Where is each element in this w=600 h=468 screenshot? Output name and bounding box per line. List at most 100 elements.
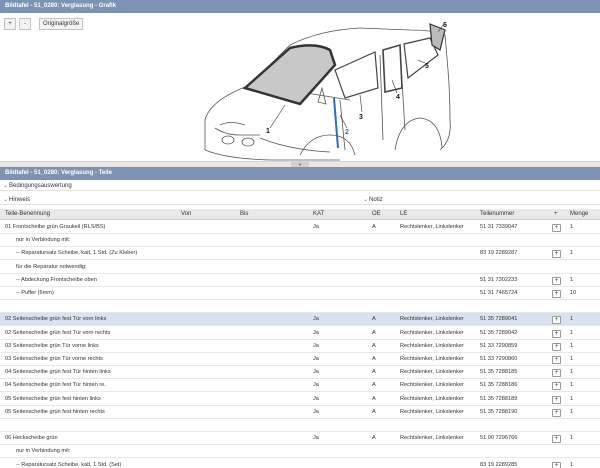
- col-from-header[interactable]: Von: [181, 209, 191, 220]
- col-quantity-header[interactable]: Menge: [570, 209, 588, 220]
- zoom-in-button[interactable]: +: [4, 18, 16, 30]
- part-name: 06 Heckscheibe grün: [5, 435, 58, 442]
- le-value: Rechtslenker, Linkslenker: [400, 435, 464, 442]
- table-subrow[interactable]: -- Abdeckung Frontscheibe oben 51 31 7302…: [0, 274, 600, 287]
- add-to-cart-icon[interactable]: +: [552, 290, 561, 298]
- part-number: 51 31 7302233: [480, 276, 518, 283]
- hint-section-label: Hinweis: [9, 197, 31, 203]
- oe-value: A: [372, 316, 376, 323]
- callout-5[interactable]: 5: [425, 63, 429, 70]
- part-name: nur in Verbindung mit:: [16, 448, 71, 455]
- part-name: für die Reparatur notwendig:: [16, 263, 87, 270]
- add-to-cart-icon[interactable]: +: [552, 356, 561, 364]
- add-to-cart-icon[interactable]: +: [552, 250, 561, 259]
- part-name: 02 Seitenscheibe grün fest Tür vorn rech…: [5, 329, 111, 336]
- le-value: Rechtslenker, Linkslenker: [400, 316, 464, 323]
- quantity-value: 1: [570, 408, 574, 415]
- kat-value: Ja: [313, 224, 319, 230]
- oe-value: A: [372, 224, 376, 230]
- part-number: 51 00 7296766: [480, 435, 518, 442]
- parts-table-header: Teile-Benennung Von Bis KAT OE LE Teilen…: [0, 209, 600, 220]
- table-row[interactable]: 06 Heckscheibe grün Ja A Rechtslenker, Link…: [0, 432, 600, 446]
- callout-1[interactable]: 1: [266, 128, 270, 135]
- col-le-header[interactable]: LE: [400, 209, 407, 220]
- part-name: 05 Seitenscheibe grün fest hinten links: [5, 395, 101, 402]
- add-to-cart-icon[interactable]: +: [552, 382, 561, 391]
- part-number: 51 31 7465724: [480, 290, 518, 296]
- add-to-cart-icon[interactable]: +: [552, 395, 561, 404]
- table-row[interactable]: 03 Seitenscheibe grün Tür vorne links Ja A…: [0, 340, 600, 353]
- zoom-out-button[interactable]: -: [19, 18, 31, 30]
- table-row[interactable]: 02 Seitenscheibe grün fest Tür vorn link…: [0, 313, 600, 327]
- quantity-value: 1: [570, 435, 574, 442]
- col-oe-header[interactable]: OE: [372, 209, 381, 220]
- conditions-section-toggle[interactable]: ⌄Bedingungsauswertung: [0, 181, 600, 191]
- quantity-value: 1: [570, 250, 574, 257]
- add-to-cart-icon[interactable]: +: [552, 435, 561, 444]
- part-number: 51 33 7290859: [480, 342, 518, 349]
- table-subrow[interactable]: -- Reparatursatz Scheibe, kalt, 1 Std. (…: [0, 247, 600, 261]
- table-row[interactable]: 01 Frontscheibe grün Graukeil (RLS/BS) Ja…: [0, 221, 600, 234]
- part-name: 01 Frontscheibe grün Graukeil (RLS/BS): [5, 224, 106, 230]
- car-glazing-illustration: 1 2 3 4 5 6: [0, 13, 600, 161]
- parts-panel-title: Bildtafel - 51_0280: Verglasung - Teile: [0, 167, 600, 180]
- part-name: -- Reparatursatz Scheibe, kalt, 1 Std. (…: [16, 461, 122, 468]
- part-number: 51 33 7290860: [480, 356, 518, 362]
- part-number: 51 31 7339047: [480, 224, 518, 230]
- add-to-cart-icon[interactable]: +: [552, 408, 561, 417]
- table-row[interactable]: 05 Seitenscheibe grün fest hinten rechts…: [0, 406, 600, 419]
- part-number: 51 35 7289041: [480, 316, 518, 323]
- oe-value: A: [372, 408, 376, 415]
- callout-6[interactable]: 6: [443, 22, 447, 29]
- le-value: Rechtslenker, Linkslenker: [400, 369, 464, 376]
- spacer-row: [0, 300, 600, 314]
- quantity-value: 1: [570, 316, 574, 323]
- add-to-cart-icon[interactable]: +: [552, 342, 561, 351]
- add-to-cart-icon[interactable]: +: [552, 461, 561, 468]
- add-to-cart-icon[interactable]: +: [552, 224, 561, 232]
- note-section-toggle[interactable]: ⌄Notiz: [363, 195, 383, 205]
- col-to-header[interactable]: Bis: [240, 209, 248, 220]
- part-name: 05 Seitenscheibe grün fest hinten rechts: [5, 408, 105, 415]
- quantity-value: 1: [570, 224, 574, 230]
- table-subrow[interactable]: -- Reparatursatz Scheibe, kalt, 1 Std. (…: [0, 459, 600, 468]
- add-to-cart-icon[interactable]: +: [552, 316, 561, 325]
- original-size-button[interactable]: Originalgröße: [39, 18, 84, 30]
- table-row[interactable]: 05 Seitenscheibe grün fest hinten links J…: [0, 393, 600, 406]
- part-name: -- Puffer (6mm): [16, 290, 54, 296]
- table-subrow[interactable]: -- Puffer (6mm) 51 31 7465724 +10: [0, 287, 600, 300]
- table-subrow[interactable]: nur in Verbindung mit:: [0, 234, 600, 248]
- kat-value: Ja: [313, 435, 319, 442]
- col-part-number-header[interactable]: Teilenummer: [480, 209, 514, 220]
- oe-value: A: [372, 342, 376, 349]
- callout-2[interactable]: 2: [345, 129, 349, 136]
- add-to-cart-icon[interactable]: +: [552, 276, 561, 285]
- oe-value: A: [372, 356, 376, 362]
- table-row[interactable]: 02 Seitenscheibe grün fest Tür vorn rech…: [0, 327, 600, 340]
- kat-value: Ja: [313, 382, 319, 389]
- table-subrow[interactable]: für die Reparatur notwendig:: [0, 261, 600, 274]
- callout-4[interactable]: 4: [396, 94, 400, 101]
- quantity-value: 1: [570, 356, 574, 362]
- table-row[interactable]: 04 Seitenscheibe grün fest Tür hinten re…: [0, 379, 600, 393]
- table-subrow[interactable]: nur in Verbindung mit:: [0, 445, 600, 459]
- part-name: 03 Seitenscheibe grün Tür vorne rechts: [5, 356, 103, 362]
- le-value: Rechtslenker, Linkslenker: [400, 356, 464, 362]
- part-number: 51 35 7289042: [480, 329, 518, 336]
- table-row[interactable]: 04 Seitenscheibe grün fest Tür hinten li…: [0, 366, 600, 380]
- le-value: Rechtslenker, Linkslenker: [400, 408, 464, 415]
- callout-3[interactable]: 3: [359, 114, 363, 121]
- le-value: Rechtslenker, Linkslenker: [400, 342, 464, 349]
- oe-value: A: [372, 395, 376, 402]
- quantity-value: 1: [570, 461, 574, 468]
- kat-value: Ja: [313, 395, 319, 402]
- table-row[interactable]: 03 Seitenscheibe grün Tür vorne rechts Ja…: [0, 353, 600, 366]
- quantity-value: 1: [570, 395, 574, 402]
- part-number: 83 19 2289285: [480, 461, 518, 468]
- hint-section-toggle[interactable]: ⌄Hinweis: [3, 197, 30, 203]
- add-to-cart-icon[interactable]: +: [552, 329, 561, 338]
- col-name-header[interactable]: Teile-Benennung: [5, 209, 50, 220]
- add-to-cart-icon[interactable]: +: [552, 369, 561, 378]
- part-number: 51 35 7288186: [480, 382, 518, 389]
- col-kat-header[interactable]: KAT: [313, 209, 324, 220]
